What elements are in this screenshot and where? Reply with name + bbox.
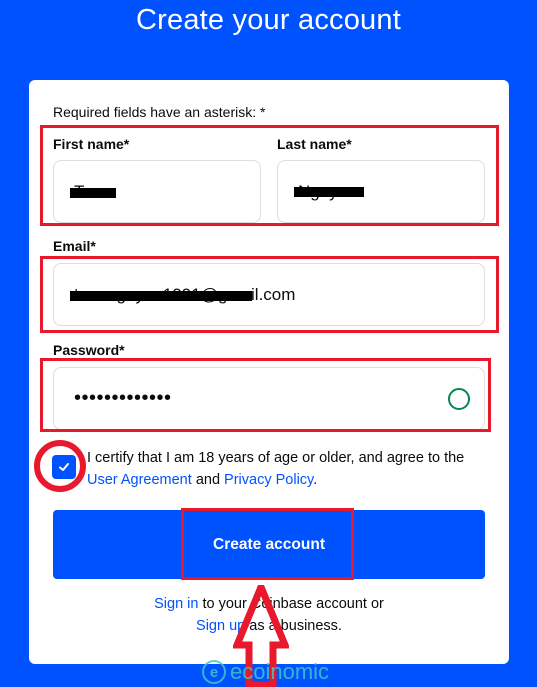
- watermark-text: ecoinomic: [230, 659, 330, 684]
- last-name-input[interactable]: Nguyen: [277, 160, 485, 223]
- password-label: Password*: [53, 342, 125, 358]
- checkmark-icon: [59, 463, 69, 471]
- page-title: Create your account: [136, 4, 401, 36]
- password-valid-icon: [448, 387, 470, 410]
- privacy-policy-link[interactable]: Privacy Policy: [224, 472, 313, 488]
- terms-checkbox[interactable]: [52, 455, 76, 479]
- ecoinomic-watermark: e ecoinomic: [202, 659, 329, 685]
- signin-line: Sign in to your Coinbase account or: [154, 596, 384, 612]
- last-name-label: Last name*: [277, 136, 352, 152]
- first-name-label: First name*: [53, 136, 130, 152]
- signup-line: Sign up as a business.: [196, 618, 342, 634]
- sign-in-link[interactable]: Sign in: [154, 596, 198, 612]
- sign-up-link[interactable]: Sign up: [196, 618, 245, 634]
- email-input[interactable]: toannguyen1991@gmail.com: [53, 263, 485, 326]
- terms-text: I certify that I am 18 years of age or o…: [87, 450, 465, 488]
- user-agreement-link[interactable]: User Agreement: [87, 472, 192, 488]
- required-fields-note: Required fields have an asterisk: *: [53, 104, 266, 120]
- ecoinomic-logo-icon: e: [202, 660, 226, 684]
- first-name-value: Toan: [70, 182, 116, 202]
- email-label: Email*: [53, 238, 96, 254]
- redaction-bar: [70, 290, 252, 301]
- first-name-input[interactable]: Toan: [53, 160, 261, 223]
- signup-card: Required fields have an asterisk: * Firs…: [29, 80, 509, 664]
- create-account-button[interactable]: Create account: [53, 510, 485, 579]
- password-value: •••••••••••••: [74, 387, 172, 409]
- email-value: toannguyen1991@gmail.com: [70, 285, 295, 305]
- redaction-bar: [294, 186, 364, 197]
- password-input[interactable]: •••••••••••••: [53, 367, 485, 430]
- redaction-bar: [70, 187, 116, 198]
- last-name-value: Nguyen: [294, 182, 364, 202]
